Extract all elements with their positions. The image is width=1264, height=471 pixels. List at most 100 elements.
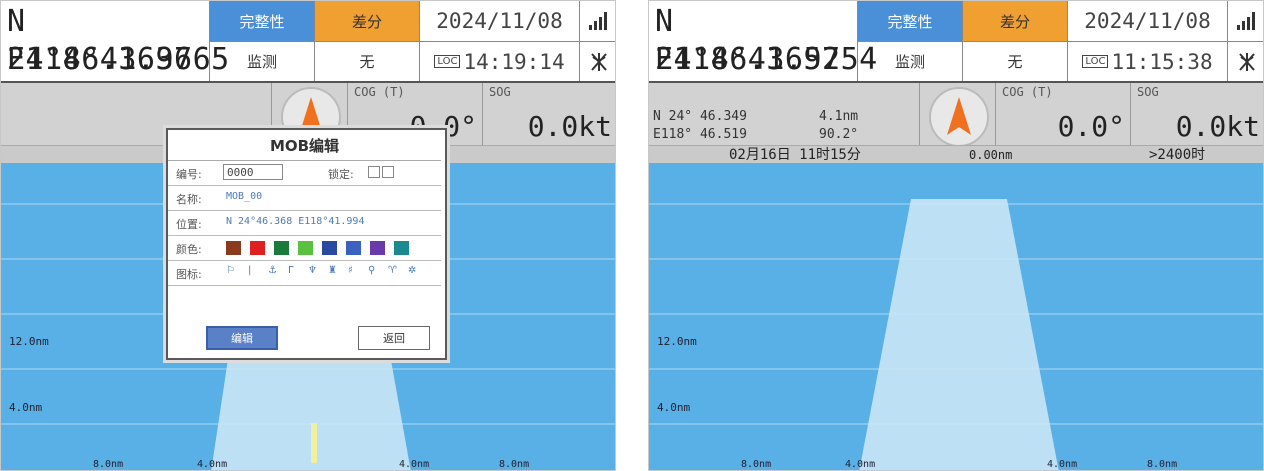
antenna-off-icon [579, 41, 615, 81]
cog-label: COG (T) [1002, 85, 1053, 99]
compass-icon [929, 87, 989, 147]
icon-option-line[interactable]: | [248, 265, 251, 276]
status-bar: N 24°46.3636 E118°41.9765 完整性 差分 监测 无 20… [1, 1, 615, 83]
color-swatch[interactable] [274, 241, 289, 255]
icon-option-star[interactable]: ✲ [408, 265, 416, 276]
scale-label: 4.0nm [845, 459, 876, 470]
navigation-info-panel: N 24° 46.349 E118° 46.519 4.1nm 90.2° CO… [649, 83, 1263, 164]
integrity-indicator: 完整性 [209, 1, 314, 41]
cog-box: COG (T) 0.0° [995, 83, 1131, 145]
sog-label: SOG [1137, 85, 1159, 99]
scale-label: 8.0nm [93, 459, 124, 470]
name-row: 名称: MOB_00 [168, 186, 441, 211]
color-row: 颜色: [168, 236, 441, 261]
name-value[interactable]: MOB_00 [226, 191, 262, 202]
differential-indicator: 差分 [962, 1, 1067, 41]
lock-off-checkbox[interactable] [368, 166, 380, 178]
monitor-status: 监测 [209, 41, 314, 81]
antenna-off-icon [1227, 41, 1263, 81]
scale-label: 4.0nm [197, 459, 228, 470]
signal-strength-icon [1227, 1, 1263, 41]
monitor-status: 监测 [857, 41, 962, 81]
loc-badge: LOC [1082, 55, 1109, 68]
range-label-lower: 4.0nm [9, 401, 43, 414]
range-label-upper: 12.0nm [657, 335, 697, 348]
number-row: 编号: 0000 锁定: [168, 161, 441, 186]
waypoint-box: N 24° 46.349 E118° 46.519 4.1nm 90.2° [649, 83, 920, 145]
differential-status: 无 [962, 41, 1067, 81]
icon-option-flag[interactable]: ⚐ [226, 265, 235, 276]
sog-box: SOG 0.0kt [482, 83, 615, 145]
icon-option-tree[interactable]: ⚲ [368, 265, 375, 276]
time-value: 14:19:14 [463, 49, 565, 74]
color-swatch[interactable] [250, 241, 265, 255]
color-swatch[interactable] [370, 241, 385, 255]
latitude-readout: N 24°46.3636 [7, 4, 193, 77]
cog-value: 0.0° [1057, 110, 1125, 143]
icon-option-anchor[interactable]: ⚓ [268, 265, 277, 276]
color-swatch[interactable] [226, 241, 241, 255]
highway-display: 12.0nm 4.0nm 8.0nm 4.0nm 4.0nm 8.0nm [649, 163, 1263, 470]
signal-strength-icon [579, 1, 615, 41]
eta-value: 02月16日 11时15分 [729, 147, 861, 163]
scale-label: 8.0nm [741, 459, 772, 470]
cog-label: COG (T) [354, 85, 405, 99]
latitude-readout: N 24°46.3652 [655, 4, 841, 77]
color-swatch[interactable] [394, 241, 409, 255]
sog-value: 0.0kt [527, 110, 612, 143]
icon-row: 图标: ⚐ | ⚓ Γ ♆ ♜ ♯ ⚲ ♈ ✲ [168, 261, 441, 286]
return-button[interactable]: 返回 [358, 326, 430, 350]
name-label: 名称: [176, 193, 202, 206]
color-swatch[interactable] [322, 241, 337, 255]
longitude-readout: E118°41.9754 [655, 42, 878, 77]
icon-option-post[interactable]: Γ [288, 265, 294, 276]
longitude-readout: E118°41.9765 [7, 42, 230, 77]
edit-button[interactable]: 编辑 [206, 326, 278, 350]
color-swatch[interactable] [298, 241, 313, 255]
status-bar: N 24°46.3652 E118°41.9754 完整性 差分 监测 无 20… [649, 1, 1263, 83]
dialog-title: MOB编辑 [168, 130, 441, 161]
scale-label: 8.0nm [499, 459, 530, 470]
date-readout: 2024/11/08 [419, 1, 579, 41]
eta-row: 02月16日 11时15分 0.00nm >2400时 [649, 145, 1263, 164]
differential-indicator: 差分 [314, 1, 419, 41]
differential-status: 无 [314, 41, 419, 81]
time-value: 11:15:38 [1111, 49, 1213, 74]
position-value[interactable]: N 24°46.368 E118°41.994 [226, 216, 364, 227]
color-label: 颜色: [176, 243, 202, 256]
waypoint-latitude: N 24° 46.349 [653, 109, 747, 124]
icon-option-tower[interactable]: ♜ [328, 265, 337, 276]
sog-label: SOG [489, 85, 511, 99]
loc-badge: LOC [434, 55, 461, 68]
lock-label: 锁定: [328, 168, 354, 181]
scale-label: 8.0nm [1147, 459, 1178, 470]
icon-label: 图标: [176, 268, 202, 281]
icon-option-buoy[interactable]: ♆ [308, 265, 317, 276]
display-screen-right: N 24°46.3652 E118°41.9754 完整性 差分 监测 无 20… [648, 0, 1264, 471]
range-label-lower: 4.0nm [657, 401, 691, 414]
position-label: 位置: [176, 218, 202, 231]
xte-value: 0.00nm [969, 148, 1013, 162]
range-label-upper: 12.0nm [9, 335, 49, 348]
waypoint-longitude: E118° 46.519 [653, 127, 747, 142]
scale-label: 4.0nm [399, 459, 430, 470]
waypoint-distance: 4.1nm [819, 109, 859, 124]
mob-edit-dialog: MOB编辑 编号: 0000 锁定: 名称: MOB_00 位置: N 24°4… [166, 128, 447, 360]
course-lane [859, 199, 1059, 470]
sog-box: SOG 0.0kt [1130, 83, 1263, 145]
number-label: 编号: [176, 168, 202, 181]
number-input[interactable]: 0000 [223, 164, 283, 180]
position-row: 位置: N 24°46.368 E118°41.994 [168, 211, 441, 236]
sog-value: 0.0kt [1175, 110, 1260, 143]
time-readout: LOC 11:15:38 [1067, 41, 1227, 81]
icon-option-fish[interactable]: ♈ [388, 265, 397, 276]
ttg-value: >2400时 [1149, 147, 1206, 163]
icon-option-mark[interactable]: ♯ [348, 265, 353, 276]
lock-on-checkbox[interactable] [382, 166, 394, 178]
scale-label: 4.0nm [1047, 459, 1078, 470]
integrity-indicator: 完整性 [857, 1, 962, 41]
color-swatch[interactable] [346, 241, 361, 255]
date-readout: 2024/11/08 [1067, 1, 1227, 41]
display-screen-left: N 24°46.3636 E118°41.9765 完整性 差分 监测 无 20… [0, 0, 616, 471]
time-readout: LOC 14:19:14 [419, 41, 579, 81]
